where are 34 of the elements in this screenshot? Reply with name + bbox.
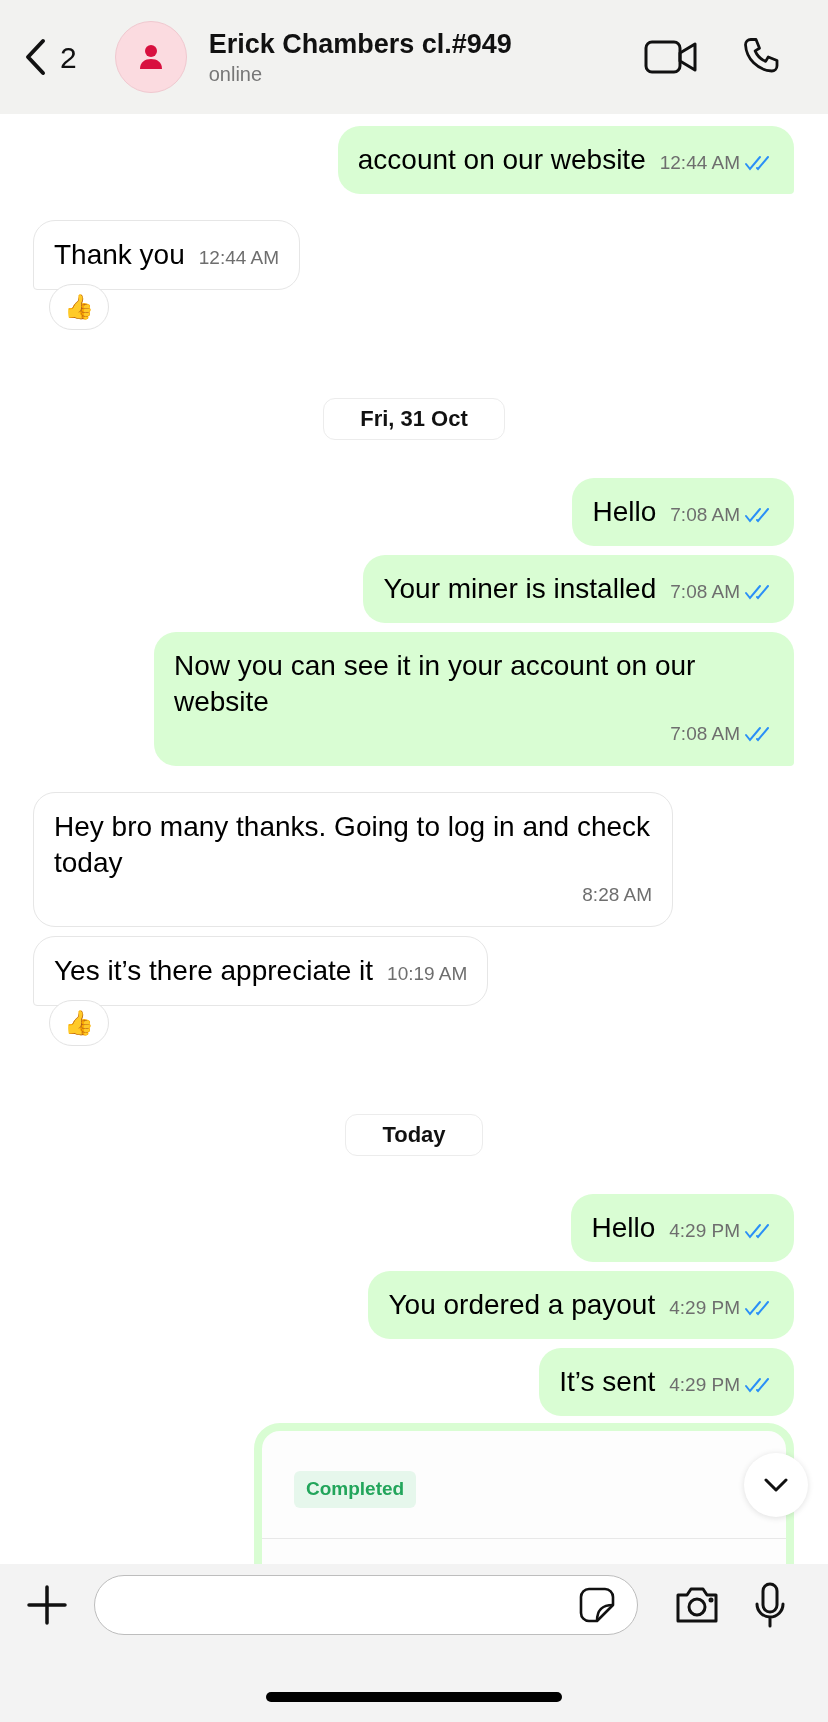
message-time: 4:29 PM <box>669 1295 740 1320</box>
video-camera-icon[interactable] <box>644 39 698 75</box>
message-text: You ordered a payout <box>388 1288 656 1322</box>
chevron-down-icon <box>764 1478 788 1492</box>
message-text: Hello <box>591 1211 656 1245</box>
message-time: 7:08 AM <box>670 579 740 604</box>
back-button[interactable]: 2 <box>24 34 77 80</box>
message-text: It’s sent <box>559 1365 656 1399</box>
sticker-icon[interactable] <box>579 1587 615 1623</box>
back-chevron-icon <box>24 38 46 76</box>
date-divider: Today <box>345 1114 483 1156</box>
contact-name: Erick Chambers cl.#949 <box>208 28 512 61</box>
message-time: 7:08 AM <box>670 722 740 746</box>
message-text: Now you can see it in your account on our website <box>174 649 697 719</box>
message-text: Thank you <box>54 238 185 272</box>
message-text: account on our website <box>357 143 646 177</box>
message-text: Hey bro many thanks. Going to log in and check today <box>54 809 652 880</box>
person-icon <box>137 44 164 70</box>
status-badge: Completed <box>294 1471 417 1508</box>
message-time: 10:19 AM <box>387 961 468 986</box>
message-time: 8:28 AM <box>582 882 652 907</box>
message-time: 12:44 AM <box>659 150 740 175</box>
message-time: 7:08 AM <box>670 502 740 527</box>
microphone-icon[interactable] <box>754 1582 786 1628</box>
message-text: Hello <box>592 495 657 529</box>
camera-icon[interactable] <box>674 1586 720 1624</box>
plus-icon[interactable] <box>26 1584 68 1626</box>
message-time: 12:44 AM <box>198 245 280 270</box>
contact-status: online <box>208 62 264 87</box>
message-time: 4:29 PM <box>669 1218 740 1243</box>
message-text: Yes it’s there appreciate it <box>54 954 374 988</box>
message-time: 4:29 PM <box>669 1372 740 1397</box>
date-divider: Fri, 31 Oct <box>323 398 505 440</box>
message-text: Your miner is installed <box>383 572 657 606</box>
